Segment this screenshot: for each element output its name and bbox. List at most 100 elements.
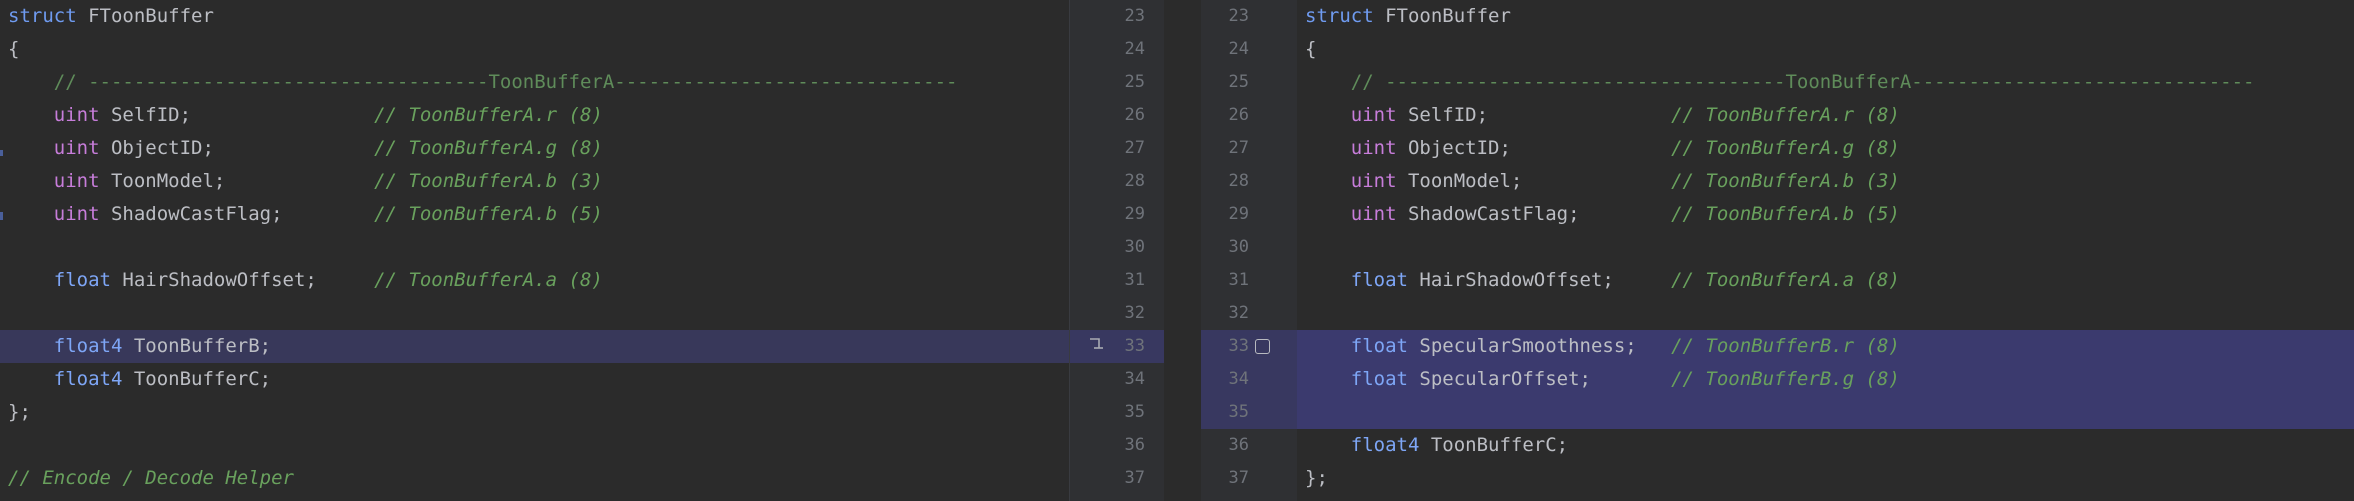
code-keyword: uint <box>53 104 100 126</box>
code-text: }; <box>8 401 31 423</box>
code-line[interactable]: // -----------------------------------To… <box>1297 66 2354 99</box>
code-keyword: uint <box>53 203 100 225</box>
line-number: 27 <box>1124 138 1145 158</box>
code-line[interactable] <box>1297 297 2354 330</box>
code-text: }; <box>1305 467 1328 489</box>
code-line[interactable]: float HairShadowOffset; // ToonBufferA.a… <box>0 264 1069 297</box>
code-comment: // ToonBufferA.a (8) <box>374 269 603 291</box>
code-comment: // ToonBufferA.r (8) <box>1671 104 1900 126</box>
code-comment: // ToonBufferA.a (8) <box>1671 269 1900 291</box>
code-text: SpecularSmoothness; <box>1407 335 1672 357</box>
apply-change-icon[interactable] <box>1088 336 1104 356</box>
code-text: ShadowCastFlag; <box>99 203 375 225</box>
code-line[interactable]: float4 ToonBufferC; <box>0 363 1069 396</box>
code-line[interactable]: { <box>1297 33 2354 66</box>
line-number: 25 <box>1124 72 1145 92</box>
code-line[interactable]: float4 ToonBufferC; <box>1297 429 2354 462</box>
code-line[interactable]: uint ToonModel; // ToonBufferA.b (3) <box>0 165 1069 198</box>
code-text: FToonBuffer <box>76 5 214 27</box>
code-line[interactable] <box>0 429 1069 462</box>
code-line[interactable]: uint ObjectID; // ToonBufferA.g (8) <box>1297 132 2354 165</box>
line-number: 33 <box>1228 336 1249 356</box>
change-marker <box>0 150 3 156</box>
code-keyword: uint <box>1350 137 1397 159</box>
code-keyword: float <box>1350 368 1408 390</box>
left-editor-pane[interactable]: struct FToonBuffer { // -----------------… <box>0 0 1069 501</box>
line-number: 31 <box>1228 270 1249 290</box>
code-line[interactable]: }; <box>0 396 1069 429</box>
code-line[interactable]: uint ShadowCastFlag; // ToonBufferA.b (5… <box>0 198 1069 231</box>
diff-connector-area <box>1164 0 2354 501</box>
code-keyword: uint <box>1350 170 1397 192</box>
code-line[interactable]: uint SelfID; // ToonBufferA.r (8) <box>0 99 1069 132</box>
right-line-number-gutter: 23 24 25 26 27 28 29 30 31 32 33 34 35 36 37 <box>1201 0 1298 501</box>
code-text: ToonModel; <box>99 170 375 192</box>
line-number: 32 <box>1124 303 1145 323</box>
code-comment: // ToonBufferB.g (8) <box>1671 368 1900 390</box>
code-line[interactable]: struct FToonBuffer <box>1297 0 2354 33</box>
code-line[interactable]: float SpecularOffset; // ToonBufferB.g (… <box>1297 363 2354 396</box>
code-text: HairShadowOffset; <box>110 269 375 291</box>
code-line[interactable] <box>1297 396 2354 429</box>
code-line[interactable]: // -----------------------------------To… <box>0 66 1069 99</box>
code-comment: // Encode / Decode Helper <box>8 467 294 489</box>
line-number: 23 <box>1124 6 1145 26</box>
code-line[interactable]: { <box>0 33 1069 66</box>
code-comment: // ToonBufferA.b (3) <box>374 170 603 192</box>
diff-viewer: struct FToonBuffer { // -----------------… <box>0 0 2354 501</box>
code-text: HairShadowOffset; <box>1407 269 1672 291</box>
line-number: 26 <box>1124 105 1145 125</box>
checkbox-icon[interactable] <box>1255 339 1270 354</box>
line-number: 32 <box>1228 303 1249 323</box>
code-comment: // ToonBufferA.b (5) <box>374 203 603 225</box>
code-comment: // ToonBufferA.b (3) <box>1671 170 1900 192</box>
code-line[interactable] <box>1297 231 2354 264</box>
right-editor-pane[interactable]: struct FToonBuffer { // -----------------… <box>1297 0 2354 501</box>
code-text: SelfID; <box>1396 104 1672 126</box>
code-keyword: struct <box>8 5 77 27</box>
line-number: 30 <box>1124 237 1145 257</box>
code-line[interactable]: struct FToonBuffer <box>0 0 1069 33</box>
code-line[interactable] <box>0 297 1069 330</box>
code-keyword: uint <box>1350 104 1397 126</box>
code-line[interactable]: // Encode / Decode Helper <box>0 462 1069 495</box>
code-line[interactable]: float SpecularSmoothness; // ToonBufferB… <box>1297 330 2354 363</box>
code-comment: // ToonBufferA.b (5) <box>1671 203 1900 225</box>
code-line[interactable]: uint ShadowCastFlag; // ToonBufferA.b (5… <box>1297 198 2354 231</box>
code-line[interactable]: uint SelfID; // ToonBufferA.r (8) <box>1297 99 2354 132</box>
code-line[interactable]: uint ObjectID; // ToonBufferA.g (8) <box>0 132 1069 165</box>
code-text: ToonBufferB; <box>122 335 272 357</box>
code-text: ToonModel; <box>1396 170 1672 192</box>
line-number: 26 <box>1228 105 1249 125</box>
code-comment: // ToonBufferA.r (8) <box>374 104 603 126</box>
code-keyword: uint <box>53 137 100 159</box>
code-keyword: float <box>1350 269 1408 291</box>
code-text: ShadowCastFlag; <box>1396 203 1672 225</box>
code-keyword: struct <box>1305 5 1374 27</box>
line-number: 36 <box>1228 435 1249 455</box>
code-comment: // -----------------------------------To… <box>1350 71 2255 93</box>
code-line[interactable]: float4 ToonBufferB; <box>0 330 1069 363</box>
code-line[interactable] <box>0 231 1069 264</box>
code-line[interactable]: }; <box>1297 462 2354 495</box>
code-comment: // ToonBufferA.g (8) <box>1671 137 1900 159</box>
line-number: 37 <box>1124 468 1145 488</box>
code-line[interactable]: float HairShadowOffset; // ToonBufferA.a… <box>1297 264 2354 297</box>
line-number: 23 <box>1228 6 1249 26</box>
line-number: 37 <box>1228 468 1249 488</box>
code-keyword: float4 <box>53 335 123 357</box>
code-line[interactable]: uint ToonModel; // ToonBufferA.b (3) <box>1297 165 2354 198</box>
line-number: 35 <box>1228 402 1249 422</box>
code-text: FToonBuffer <box>1373 5 1511 27</box>
